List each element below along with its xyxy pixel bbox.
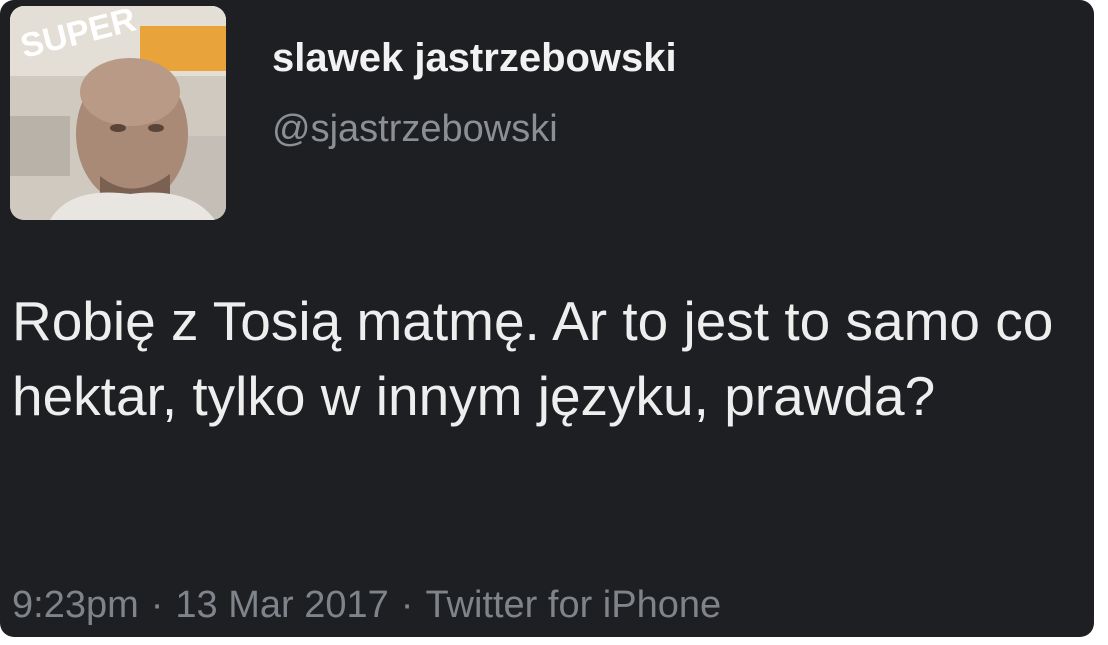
avatar[interactable]: SUPER: [10, 6, 226, 220]
tweet-meta: 9:23pm · 13 Mar 2017 · Twitter for iPhone: [12, 584, 721, 627]
tweet-text: Robię z Tosią matmę. Ar to jest to samo …: [12, 290, 1069, 427]
tweet-date: 13 Mar 2017: [175, 584, 389, 626]
avatar-photo: SUPER: [10, 6, 226, 220]
tweet-time[interactable]: 9:23pm: [12, 584, 139, 626]
author-handle[interactable]: @sjastrzebowski: [272, 108, 558, 151]
tweet-card: SUPER slawek jastrzebowski @sjastrzebows…: [0, 0, 1094, 637]
meta-separator: ·: [400, 584, 414, 626]
author-display-name[interactable]: slawek jastrzebowski: [272, 36, 677, 81]
meta-separator: ·: [150, 584, 164, 626]
tweet-source[interactable]: Twitter for iPhone: [425, 584, 721, 626]
